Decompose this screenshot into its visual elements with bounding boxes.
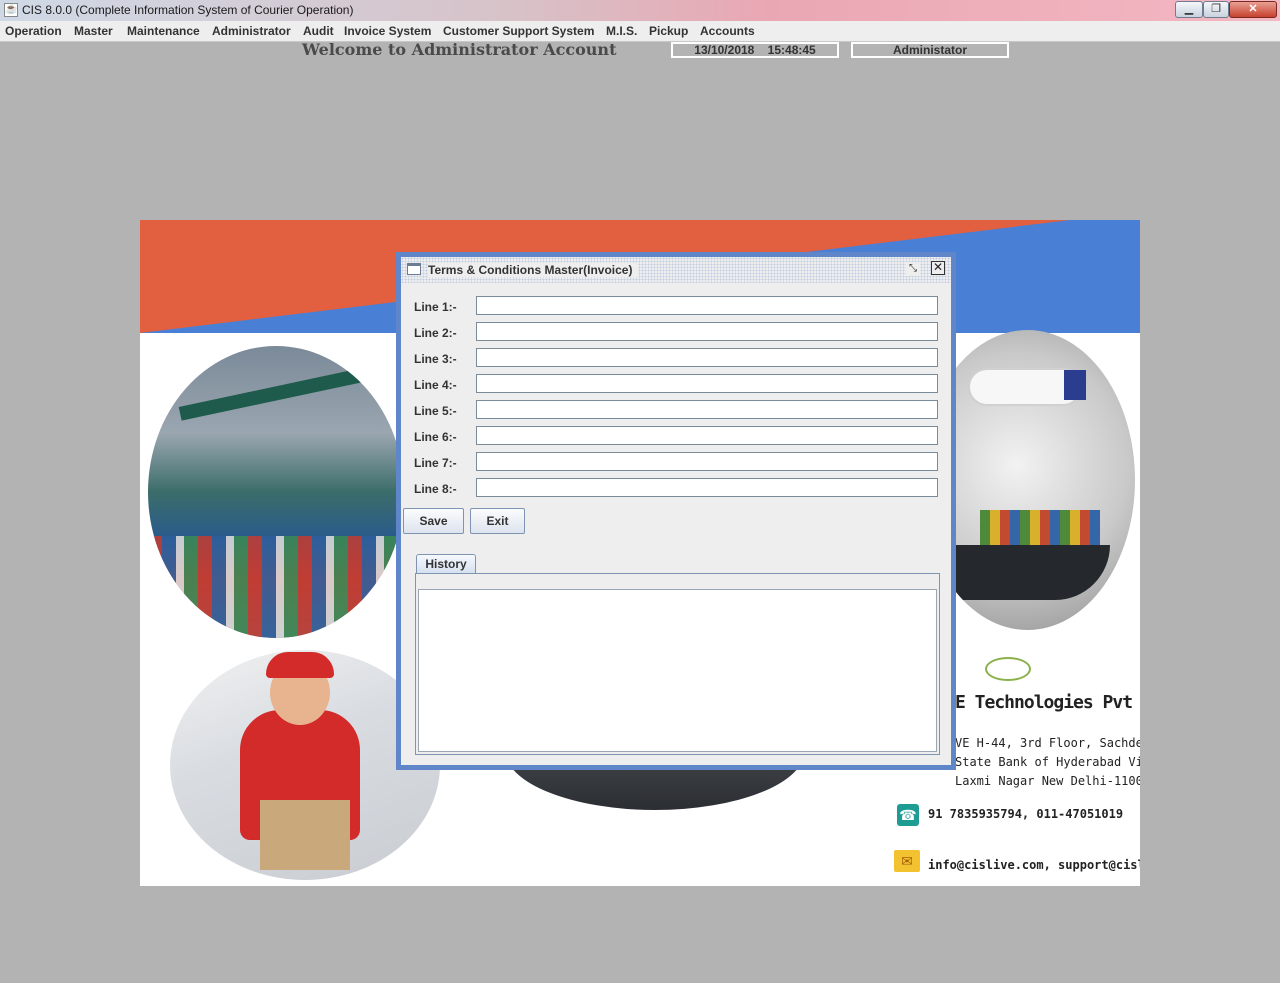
address-line: Laxmi Nagar New Delhi-110092 — [955, 774, 1140, 788]
line-7-label: Line 7:- — [414, 456, 457, 470]
mail-icon: ✉ — [894, 850, 920, 872]
date-time-display: 13/10/2018 15:48:45 — [671, 42, 839, 58]
line-1-input[interactable] — [476, 296, 938, 315]
restore-icon[interactable]: ⤡ — [906, 262, 920, 276]
menu-bar: Operation Master Maintenance Administrat… — [0, 21, 1280, 42]
window-title: CIS 8.0.0 (Complete Information System o… — [22, 3, 354, 17]
window-title-bar: ☕ CIS 8.0.0 (Complete Information System… — [0, 0, 1280, 21]
menu-accounts[interactable]: Accounts — [700, 24, 755, 38]
line-1-label: Line 1:- — [414, 300, 457, 314]
company-name: E Technologies Pvt Ltd — [955, 692, 1140, 713]
phone-numbers: 91 7835935794, 011-47051019 — [928, 807, 1124, 821]
menu-master[interactable]: Master — [74, 24, 113, 38]
line-4-label: Line 4:- — [414, 378, 457, 392]
maximize-button[interactable]: ❐ — [1203, 1, 1229, 18]
line-2-label: Line 2:- — [414, 326, 457, 340]
history-panel — [415, 573, 940, 755]
line-7-input[interactable] — [476, 452, 938, 471]
address-line: VE H-44, 3rd Floor, Sachdeva Niwas — [955, 736, 1140, 750]
line-8-input[interactable] — [476, 478, 938, 497]
menu-operation[interactable]: Operation — [5, 24, 62, 38]
menu-customer-support-system[interactable]: Customer Support System — [443, 24, 594, 38]
dialog-title: Terms & Conditions Master(Invoice) — [428, 263, 639, 277]
user-display: Administator — [851, 42, 1009, 58]
line-2-input[interactable] — [476, 322, 938, 341]
history-content[interactable] — [418, 589, 937, 752]
menu-maintenance[interactable]: Maintenance — [127, 24, 200, 38]
welcome-heading: Welcome to Administrator Account — [302, 40, 617, 59]
terms-conditions-dialog: Terms & Conditions Master(Invoice) ⤡ ✕ L… — [396, 252, 956, 770]
save-button[interactable]: Save — [403, 508, 464, 534]
port-photo — [148, 346, 404, 638]
line-3-label: Line 3:- — [414, 352, 457, 366]
dialog-close-button[interactable]: ✕ — [931, 261, 945, 275]
close-button[interactable]: ✕ — [1229, 1, 1277, 18]
line-6-label: Line 6:- — [414, 430, 457, 444]
dialog-title-bar[interactable]: Terms & Conditions Master(Invoice) ⤡ ✕ — [401, 257, 951, 283]
line-6-input[interactable] — [476, 426, 938, 445]
window-icon — [407, 263, 421, 275]
line-4-input[interactable] — [476, 374, 938, 393]
line-8-label: Line 8:- — [414, 482, 457, 496]
line-3-input[interactable] — [476, 348, 938, 367]
tab-history[interactable]: History — [416, 554, 476, 574]
menu-audit[interactable]: Audit — [303, 24, 334, 38]
phone-icon: ☎ — [897, 804, 919, 826]
menu-invoice-system[interactable]: Invoice System — [344, 24, 431, 38]
menu-pickup[interactable]: Pickup — [649, 24, 688, 38]
address-line: State Bank of Hyderabad Vikas Marg, — [955, 755, 1140, 769]
line-5-label: Line 5:- — [414, 404, 457, 418]
java-cup-icon: ☕ — [4, 3, 18, 17]
minimize-button[interactable]: ▁ — [1175, 1, 1203, 18]
email-addresses: info@cislive.com, support@cislive.com — [928, 858, 1140, 872]
menu-administrator[interactable]: Administrator — [212, 24, 291, 38]
company-logo — [985, 657, 1031, 681]
menu-mis[interactable]: M.I.S. — [606, 24, 637, 38]
line-5-input[interactable] — [476, 400, 938, 419]
exit-button[interactable]: Exit — [470, 508, 525, 534]
